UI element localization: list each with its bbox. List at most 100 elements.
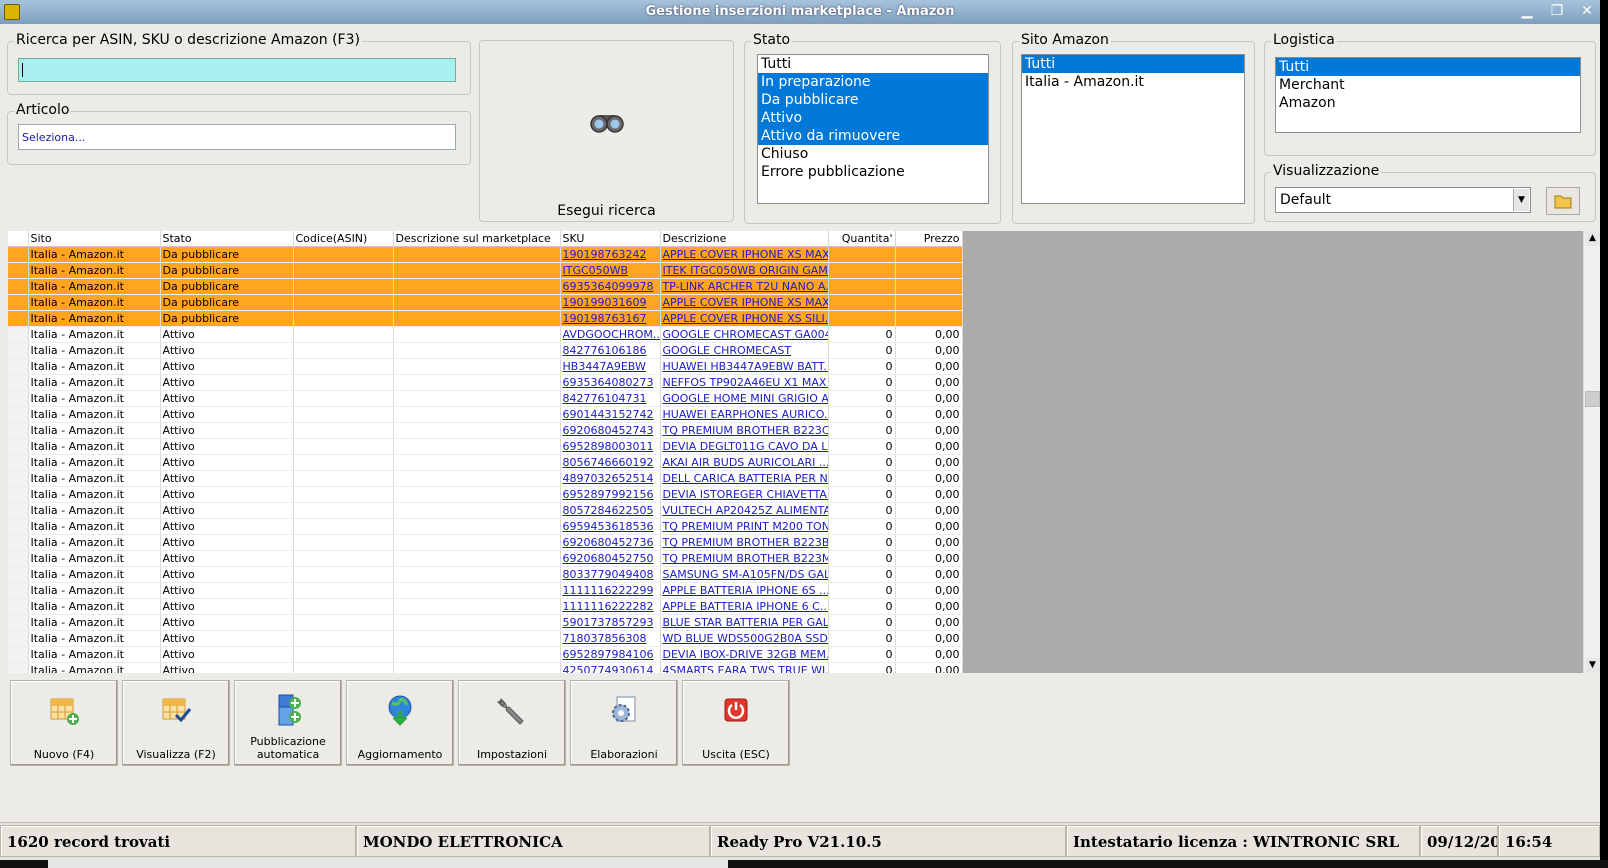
cell-sku[interactable]: HB3447A9EBW <box>560 358 661 375</box>
table-row[interactable]: Italia - Amazon.it Attivo 1111116222299 APP… <box>8 582 963 599</box>
cell-descr[interactable]: APPLE BATTERIA IPHONE 6S ... <box>660 582 829 599</box>
cell-sku[interactable]: 1111116222299 <box>560 582 661 599</box>
cell-descr[interactable]: HUAWEI EARPHONES AURICO... <box>660 406 829 423</box>
row-indicator[interactable] <box>8 422 29 439</box>
cell-descr[interactable]: DELL CARICA BATTERIA PER N... <box>660 470 829 487</box>
row-indicator[interactable] <box>8 406 29 423</box>
cell-sku[interactable]: 5901737857293 <box>560 614 661 631</box>
cell-descr[interactable]: TQ PREMIUM BROTHER B223B ... <box>660 534 829 551</box>
logistica-option[interactable]: Tutti <box>1276 58 1580 76</box>
row-indicator[interactable] <box>8 262 29 279</box>
stato-option[interactable]: Errore pubblicazione <box>758 163 988 181</box>
scroll-up-icon[interactable]: ▲ <box>1585 231 1600 246</box>
row-indicator[interactable] <box>8 598 29 615</box>
cell-descr[interactable]: AKAI AIR BUDS AURICOLARI ... <box>660 454 829 471</box>
table-row[interactable]: Italia - Amazon.it Attivo 842776104731 GOOG… <box>8 390 963 407</box>
cell-descr[interactable]: TP-LINK ARCHER T2U NANO A... <box>660 278 829 295</box>
aggiornamento-button[interactable]: Aggiornamento <box>346 680 454 766</box>
row-indicator[interactable] <box>8 502 29 519</box>
grid-scrollbar[interactable]: ▲ ▼ <box>1583 231 1600 673</box>
cell-descr[interactable]: WD BLUE WDS500G2B0A SSD ... <box>660 630 829 647</box>
cell-sku[interactable]: 6959453618536 <box>560 518 661 535</box>
cell-sku[interactable]: 6920680452750 <box>560 550 661 567</box>
uscita-button[interactable]: Uscita (ESC) <box>682 680 790 766</box>
cell-descr[interactable]: VULTECH AP20425Z ALIMENTA... <box>660 502 829 519</box>
logistica-option[interactable]: Merchant <box>1276 76 1580 94</box>
row-indicator[interactable] <box>8 358 29 375</box>
cell-descr[interactable]: APPLE COVER IPHONE XS MAX... <box>660 294 829 311</box>
cell-sku[interactable]: 190198763167 <box>560 310 661 327</box>
table-row[interactable]: Italia - Amazon.it Attivo 6920680452743 TQ … <box>8 422 963 439</box>
table-row[interactable]: Italia - Amazon.it Attivo 4250774930614 4SM… <box>8 662 963 673</box>
row-indicator[interactable] <box>8 614 29 631</box>
table-row[interactable]: Italia - Amazon.it Da pubblicare ITGC050WB… <box>8 262 963 279</box>
cell-descr[interactable]: DEVIA DEGLT011G CAVO DA LI... <box>660 438 829 455</box>
stato-listbox[interactable]: Tutti In preparazione Da pubblicare Attivo A… <box>757 54 989 204</box>
cell-sku[interactable]: 4897032652514 <box>560 470 661 487</box>
cell-sku[interactable]: 6935364099978 <box>560 278 661 295</box>
row-indicator[interactable] <box>8 550 29 567</box>
sito-listbox[interactable]: Tutti Italia - Amazon.it <box>1021 54 1245 204</box>
cell-descr[interactable]: SAMSUNG SM-A105FN/DS GAL... <box>660 566 829 583</box>
chevron-down-icon[interactable]: ▼ <box>1513 189 1529 211</box>
row-indicator[interactable] <box>8 438 29 455</box>
sito-option[interactable]: Tutti <box>1022 55 1244 73</box>
row-indicator[interactable] <box>8 310 29 327</box>
cell-descr[interactable]: GOOGLE CHROMECAST GA004... <box>660 326 829 343</box>
table-row[interactable]: Italia - Amazon.it Attivo AVDGOOCHROM... GO… <box>8 326 963 343</box>
cell-sku[interactable]: 6920680452743 <box>560 422 661 439</box>
table-row[interactable]: Italia - Amazon.it Attivo 6952898003011 DEV… <box>8 438 963 455</box>
row-indicator[interactable] <box>8 582 29 599</box>
cell-sku[interactable]: 1111116222282 <box>560 598 661 615</box>
visualizza-button[interactable]: Visualizza (F2) <box>122 680 230 766</box>
cell-sku[interactable]: 190199031609 <box>560 294 661 311</box>
scroll-thumb[interactable] <box>1585 391 1600 407</box>
cell-descr[interactable]: HUAWEI HB3447A9EBW BATT... <box>660 358 829 375</box>
cell-sku[interactable]: 6920680452736 <box>560 534 661 551</box>
cell-descr[interactable]: 4SMARTS EARA TWS TRUE WI... <box>660 662 829 673</box>
table-row[interactable]: Italia - Amazon.it Attivo 6935364080273 NEF… <box>8 374 963 391</box>
cell-sku[interactable]: 6952898003011 <box>560 438 661 455</box>
cell-sku[interactable]: 6901443152742 <box>560 406 661 423</box>
column-header[interactable]: Prezzo <box>895 231 963 247</box>
column-header[interactable]: Codice(ASIN) <box>293 231 394 247</box>
row-indicator[interactable] <box>8 486 29 503</box>
table-row[interactable]: Italia - Amazon.it Attivo 6959453618536 TQ … <box>8 518 963 535</box>
articolo-field[interactable]: Seleziona... <box>18 124 456 150</box>
column-header[interactable]: Quantita' <box>828 231 896 247</box>
row-indicator[interactable] <box>8 630 29 647</box>
nuovo-button[interactable]: Nuovo (F4) <box>10 680 118 766</box>
row-indicator[interactable] <box>8 646 29 663</box>
table-row[interactable]: Italia - Amazon.it Attivo 718037856308 WD B… <box>8 630 963 647</box>
row-indicator[interactable] <box>8 278 29 295</box>
stato-option[interactable]: Attivo da rimuovere <box>758 127 988 145</box>
close-icon[interactable]: ✕ <box>1574 1 1600 21</box>
cell-sku[interactable]: 8033779049408 <box>560 566 661 583</box>
stato-option[interactable]: Attivo <box>758 109 988 127</box>
row-indicator[interactable] <box>8 246 29 263</box>
row-indicator[interactable] <box>8 342 29 359</box>
cell-descr[interactable]: ITEK ITGC050WB ORIGIN GAM... <box>660 262 829 279</box>
table-row[interactable]: Italia - Amazon.it Da pubblicare 190198763… <box>8 246 963 263</box>
table-row[interactable]: Italia - Amazon.it Attivo 1111116222282 APP… <box>8 598 963 615</box>
cell-descr[interactable]: APPLE COVER IPHONE XS SILI... <box>660 310 829 327</box>
cell-descr[interactable]: APPLE BATTERIA IPHONE 6 C... <box>660 598 829 615</box>
row-indicator[interactable] <box>8 662 29 673</box>
row-indicator[interactable] <box>8 374 29 391</box>
cell-sku[interactable]: 6935364080273 <box>560 374 661 391</box>
row-indicator[interactable] <box>8 534 29 551</box>
cell-sku[interactable]: 6952897984106 <box>560 646 661 663</box>
pubblicazione-automatica-button[interactable]: Pubblicazione automatica <box>234 680 342 766</box>
table-row[interactable]: Italia - Amazon.it Attivo 6920680452750 TQ … <box>8 550 963 567</box>
visualizzazione-select[interactable]: Default ▼ <box>1275 187 1531 213</box>
row-indicator[interactable] <box>8 518 29 535</box>
stato-option[interactable]: Da pubblicare <box>758 91 988 109</box>
cell-sku[interactable]: 6952897992156 <box>560 486 661 503</box>
row-indicator[interactable] <box>8 326 29 343</box>
column-header[interactable]: Sito <box>28 231 161 247</box>
logistica-listbox[interactable]: Tutti Merchant Amazon <box>1275 57 1581 133</box>
table-row[interactable]: Italia - Amazon.it Attivo 6952897992156 DEV… <box>8 486 963 503</box>
elaborazioni-button[interactable]: Elaborazioni <box>570 680 678 766</box>
cell-descr[interactable]: GOOGLE CHROMECAST <box>660 342 829 359</box>
cell-descr[interactable]: TQ PREMIUM PRINT M200 TON... <box>660 518 829 535</box>
